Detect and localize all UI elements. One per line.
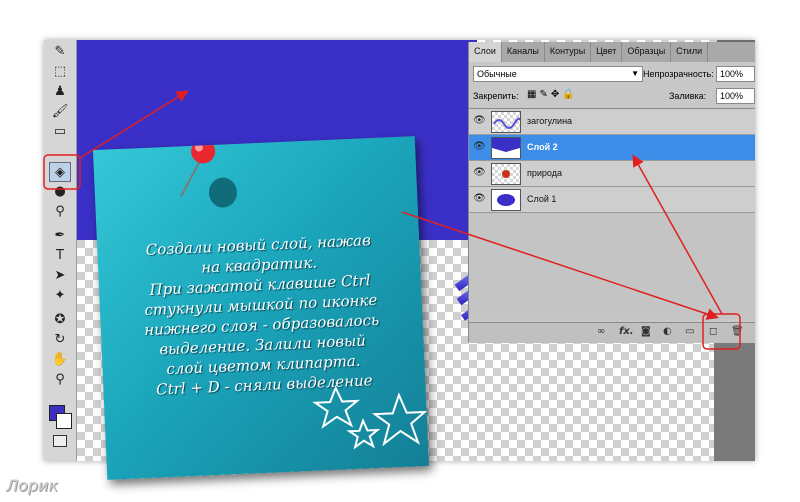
tab-color[interactable]: Цвет [591,42,623,62]
layer-row[interactable]: 👁 природа [469,161,755,187]
tab-styles[interactable]: Стили [671,42,709,62]
opacity-label: Непрозрачность: [643,69,714,79]
pin-shadow [208,177,237,208]
layers-panel: Слои Каналы Контуры Цвет Образцы Стили О… [468,42,755,343]
lock-all-icon[interactable]: 🔒 [562,89,577,100]
eye-icon[interactable]: 👁 [473,115,486,126]
3d-tool-icon[interactable]: ✪ [50,310,70,328]
fill-label: Заливка: [669,91,707,101]
fx-icon[interactable]: fx. [619,326,634,337]
new-layer-icon[interactable]: ◻ [709,326,717,337]
adjustment-icon[interactable]: ◐ [663,326,672,337]
zoom-tool-icon[interactable]: ⚲ [50,370,70,388]
eye-icon[interactable]: 👁 [473,193,486,204]
layer-thumbnail [491,163,521,185]
dropdown-arrow-icon: ▼ [631,69,639,78]
layer-name: Слой 2 [527,142,558,152]
background-color-swatch[interactable] [56,413,72,429]
marquee-tool-icon[interactable]: ⬚ [50,62,70,80]
lock-label: Закрепить: [473,91,519,101]
lock-pixels-icon[interactable]: ✎ [539,89,550,100]
hand-tool-icon[interactable]: ✋ [50,350,70,368]
blend-row: Обычные ▼ Непрозрачность: 100% [469,64,755,84]
rotate-3d-tool-icon[interactable]: ↻ [50,330,70,348]
note-text: Создали новый слой, нажав на квадратик. … [107,228,416,401]
stamp-tool-icon[interactable]: ♟ [50,82,70,100]
layer-name: природа [527,168,562,178]
lock-position-icon[interactable]: ✥ [551,89,562,100]
blend-mode-value: Обычные [477,69,517,79]
burn-tool-icon[interactable]: ● [50,182,70,200]
opacity-input[interactable]: 100% [716,66,755,82]
eye-icon[interactable]: 👁 [473,141,486,152]
link-icon[interactable]: ∞ [597,326,605,337]
pin-needle [180,161,201,197]
path-selection-tool-icon[interactable]: ➤ [50,266,70,284]
layer-row[interactable]: 👁 Слой 2 [469,135,755,161]
eye-icon[interactable]: 👁 [473,167,486,178]
pen-tool-icon[interactable]: ✒ [50,226,70,244]
layer-name: загогулина [527,116,573,126]
trash-icon[interactable]: 🗑 [731,326,744,337]
layer-thumbnail [491,137,521,159]
tab-swatches[interactable]: Образцы [622,42,672,62]
toolbox: ✎ ⬚ ♟ 🖌 ▭ ◈ ● ⚲ ✒ T ➤ ✦ ✪ ↻ ✋ ⚲ [44,40,77,461]
star-icon [312,385,361,429]
folder-icon[interactable]: ▭ [685,326,694,337]
dodge-tool-icon[interactable]: ⚲ [50,202,70,220]
shape-tool-icon[interactable]: ✦ [50,286,70,304]
quick-mask-icon[interactable] [53,435,67,447]
layers-list: 👁 загогулина 👁 Слой 2 👁 природа 👁 Слой 1 [469,108,755,319]
pencil-tool-icon[interactable]: ✎ [50,42,70,60]
brush-tool-icon[interactable]: 🖌 [50,102,70,120]
mask-icon[interactable]: ◙ [641,326,651,337]
fill-input[interactable]: 100% [716,88,755,104]
sticky-note: Создали новый слой, нажав на квадратик. … [92,136,430,480]
star-icon [346,417,381,450]
lock-transparency-icon[interactable]: ▦ [527,89,539,100]
blend-mode-select[interactable]: Обычные ▼ [473,66,643,82]
panel-tabs: Слои Каналы Контуры Цвет Образцы Стили [469,42,755,62]
tab-channels[interactable]: Каналы [502,42,545,62]
layer-thumbnail [491,111,521,133]
paint-bucket-tool-icon[interactable]: ◈ [49,162,71,182]
tab-layers[interactable]: Слои [469,42,502,62]
lock-row: Закрепить: ▦✎✥🔒 Заливка: 100% [469,88,755,106]
type-tool-icon[interactable]: T [50,246,70,264]
panel-bottom-bar: ∞ fx. ◙ ◐ ▭ ◻ 🗑 [469,322,755,343]
tab-paths[interactable]: Контуры [545,42,592,62]
eraser-tool-icon[interactable]: ▭ [50,122,70,140]
layer-row[interactable]: 👁 загогулина [469,109,755,135]
layer-name: Слой 1 [527,194,557,204]
layer-row[interactable]: 👁 Слой 1 [469,187,755,213]
lock-options[interactable]: ▦✎✥🔒 [527,89,578,100]
watermark: Лорик [6,476,59,495]
layer-thumbnail [491,189,521,211]
star-icon [371,392,428,447]
